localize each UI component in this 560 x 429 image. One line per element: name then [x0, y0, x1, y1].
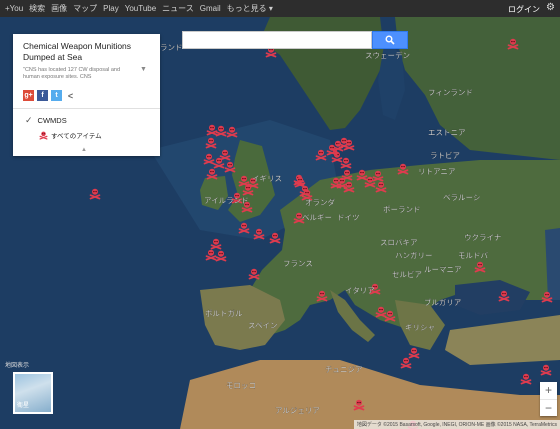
- map-label-belgium: ベルギー: [302, 213, 332, 222]
- search-box: [182, 31, 408, 49]
- topbar-news[interactable]: ニュース: [162, 3, 194, 14]
- zoom-in-button[interactable]: +: [540, 382, 557, 399]
- search-icon: [385, 35, 395, 45]
- layer-name: CWMDS: [37, 116, 67, 125]
- topbar-youtube[interactable]: YouTube: [125, 4, 156, 13]
- map-label-spain: スペイン: [248, 321, 277, 330]
- zoom-control: + −: [540, 382, 557, 416]
- map-label-lithuania: リトアニア: [418, 167, 455, 176]
- layer-row[interactable]: ✓ CWMDS: [25, 115, 67, 126]
- map-label-sweden: スウェーデン: [365, 50, 410, 60]
- map-label-tunisia: チュニジア: [325, 365, 363, 374]
- map-label-portugal: ポルトガル: [205, 308, 243, 318]
- map-label-algeria: アルジェリア: [275, 406, 320, 415]
- layer-item-all[interactable]: すべてのアイテム: [39, 130, 102, 140]
- chevron-down-icon[interactable]: ▼: [140, 66, 147, 73]
- topbar-maps[interactable]: マップ: [73, 3, 97, 14]
- map-attribution: 地図データ ©2015 Basarsoft, Google, INEGI, OR…: [353, 420, 560, 429]
- map-label-germany: ドイツ: [337, 213, 360, 222]
- gear-icon[interactable]: ⚙: [546, 2, 555, 13]
- map-label-ukraine: ウクライナ: [464, 233, 501, 242]
- map-label-poland: ポーランド: [383, 205, 421, 214]
- minimap-caption: 地図表示: [5, 363, 30, 369]
- map-label-slovakia: スロバキア: [380, 238, 418, 247]
- map-label-bulgaria: ブルガリア: [424, 297, 461, 307]
- map-label-greece: ギリシャ: [405, 323, 435, 332]
- map-label-romania: ルーマニア: [424, 265, 462, 274]
- share-icon[interactable]: <: [65, 90, 76, 101]
- map-label-estonia: エストニア: [428, 128, 466, 137]
- topbar-play[interactable]: Play: [103, 4, 119, 13]
- map-title: Chemical Weapon Munitions Dumped at Sea: [23, 41, 132, 62]
- map-info-panel: Chemical Weapon Munitions Dumped at Sea …: [13, 34, 160, 156]
- topbar-images[interactable]: 画像: [51, 3, 67, 14]
- map-label-uk: イギリス: [252, 174, 282, 183]
- map-label-france: フランス: [283, 259, 313, 268]
- map-label-ireland: アイルランド: [204, 196, 249, 205]
- layer-item-label: すべてのアイテム: [51, 133, 102, 140]
- topbar-more[interactable]: もっと見る ▾: [227, 3, 273, 14]
- check-icon[interactable]: ✓: [25, 115, 33, 126]
- zoom-out-button[interactable]: −: [540, 399, 557, 417]
- map-label-morocco: モロッコ: [226, 381, 256, 390]
- share-buttons: g+ f t <: [23, 90, 76, 101]
- satellite-label: 衛星: [17, 403, 30, 409]
- google-plus-icon[interactable]: g+: [23, 90, 34, 101]
- map-label-moldova: モルドバ: [458, 251, 488, 260]
- map-label-belarus: ベラルーシ: [443, 193, 480, 202]
- skull-icon: [39, 130, 48, 140]
- map-label-netherlands: オランダ: [305, 197, 335, 207]
- map-label-finland: フィンランド: [428, 88, 473, 97]
- map-description: "CNS has located 127 CW disposal and hum…: [23, 67, 121, 80]
- topbar-you[interactable]: +You: [5, 4, 23, 13]
- facebook-icon[interactable]: f: [37, 90, 48, 101]
- map-label-serbia: セルビア: [392, 270, 422, 279]
- search-input[interactable]: [182, 31, 372, 49]
- search-button[interactable]: [372, 31, 408, 49]
- twitter-icon[interactable]: t: [51, 90, 62, 101]
- collapse-icon[interactable]: ▲: [81, 147, 87, 153]
- map-label-latvia: ラトビア: [430, 151, 460, 160]
- satellite-toggle[interactable]: 衛星: [13, 372, 53, 414]
- map-label-hungary: ハンガリー: [395, 250, 433, 260]
- topbar-gmail[interactable]: Gmail: [200, 4, 221, 13]
- login-link[interactable]: ログイン: [508, 4, 540, 15]
- panel-divider: [13, 108, 160, 109]
- topbar-search[interactable]: 検索: [29, 3, 45, 14]
- map-label-italy: イタリア: [345, 286, 375, 295]
- google-top-bar: +You 検索 画像 マップ Play YouTube ニュース Gmail も…: [0, 0, 560, 17]
- map-label-finland_w: ランド: [160, 43, 183, 52]
